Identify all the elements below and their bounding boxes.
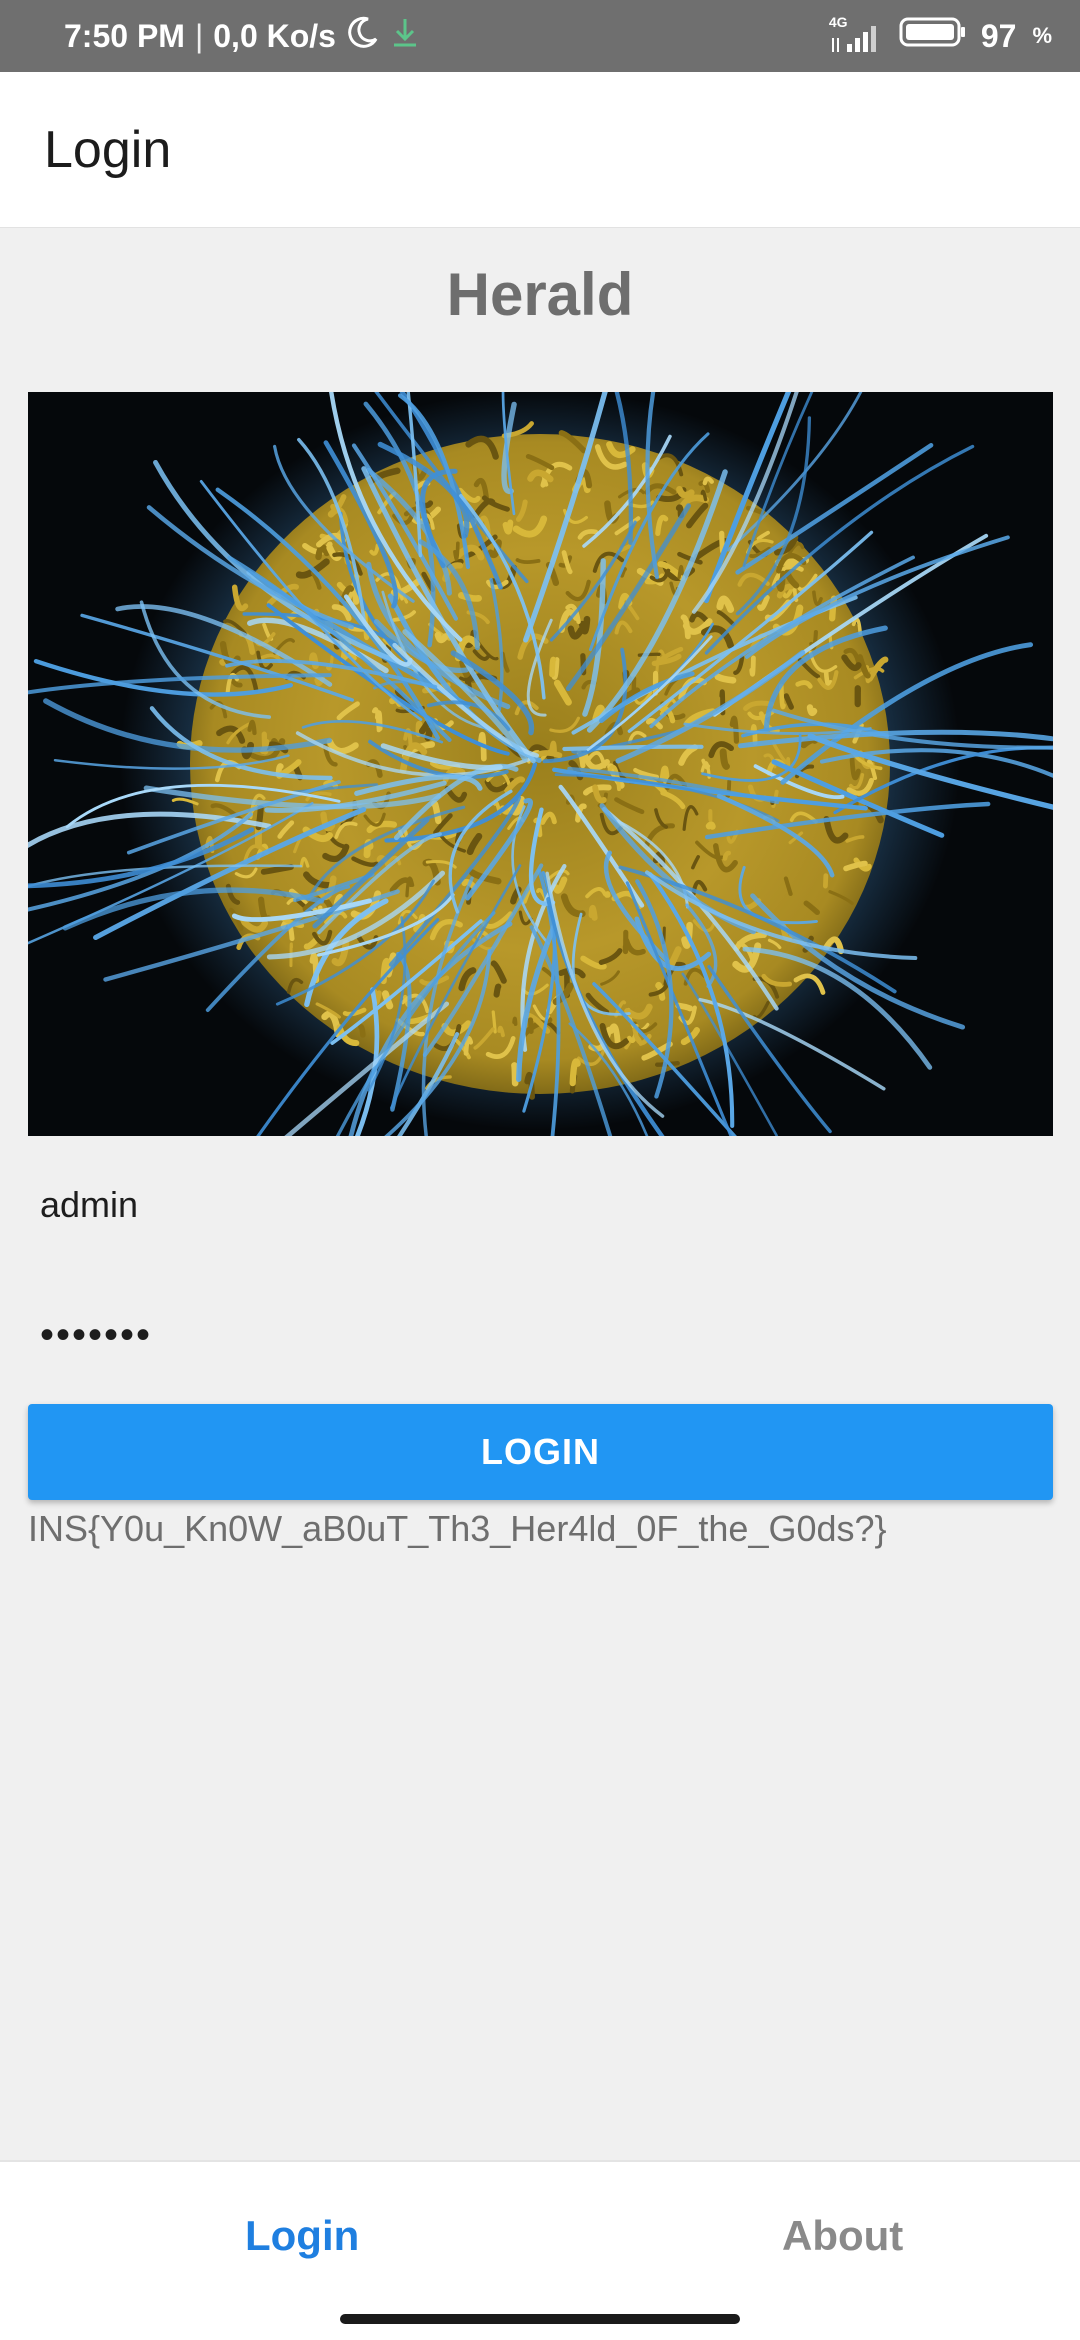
login-content: Herald LOGIN INS{Y0 — [0, 228, 1080, 2160]
app-bar: Login — [0, 72, 1080, 228]
battery-level: 97 — [980, 17, 1017, 54]
nav-tab-about[interactable]: About — [782, 2212, 903, 2260]
status-net-speed: 0,0 Ko/s — [213, 17, 336, 54]
nav-tab-login[interactable]: Login — [245, 2212, 359, 2260]
moon-icon — [346, 15, 380, 57]
password-input[interactable] — [28, 1280, 1053, 1390]
status-time: 7:50 PM — [64, 17, 185, 54]
status-bar-left: 7:50 PM | 0,0 Ko/s — [64, 15, 420, 57]
status-separator: | — [194, 17, 204, 54]
username-input[interactable] — [28, 1150, 1053, 1260]
home-indicator — [340, 2314, 740, 2324]
status-bar: 7:50 PM | 0,0 Ko/s 4G 97 % — [0, 0, 1080, 72]
app-name-heading: Herald — [446, 261, 634, 328]
result-message: INS{Y0u_Kn0W_aB0uT_Th3_Her4ld_0F_the_G0d… — [28, 1508, 887, 1549]
download-icon — [390, 15, 420, 57]
hero-image — [28, 392, 1053, 1136]
status-bar-right: 4G 97 % — [829, 14, 1052, 56]
signal-icon: 4G — [829, 14, 885, 54]
login-button[interactable]: LOGIN — [28, 1404, 1053, 1500]
bottom-navigation: Login About — [0, 2160, 1080, 2340]
battery-icon — [899, 16, 967, 56]
battery-unit: % — [1032, 23, 1052, 48]
app-bar-title: Login — [44, 120, 172, 179]
